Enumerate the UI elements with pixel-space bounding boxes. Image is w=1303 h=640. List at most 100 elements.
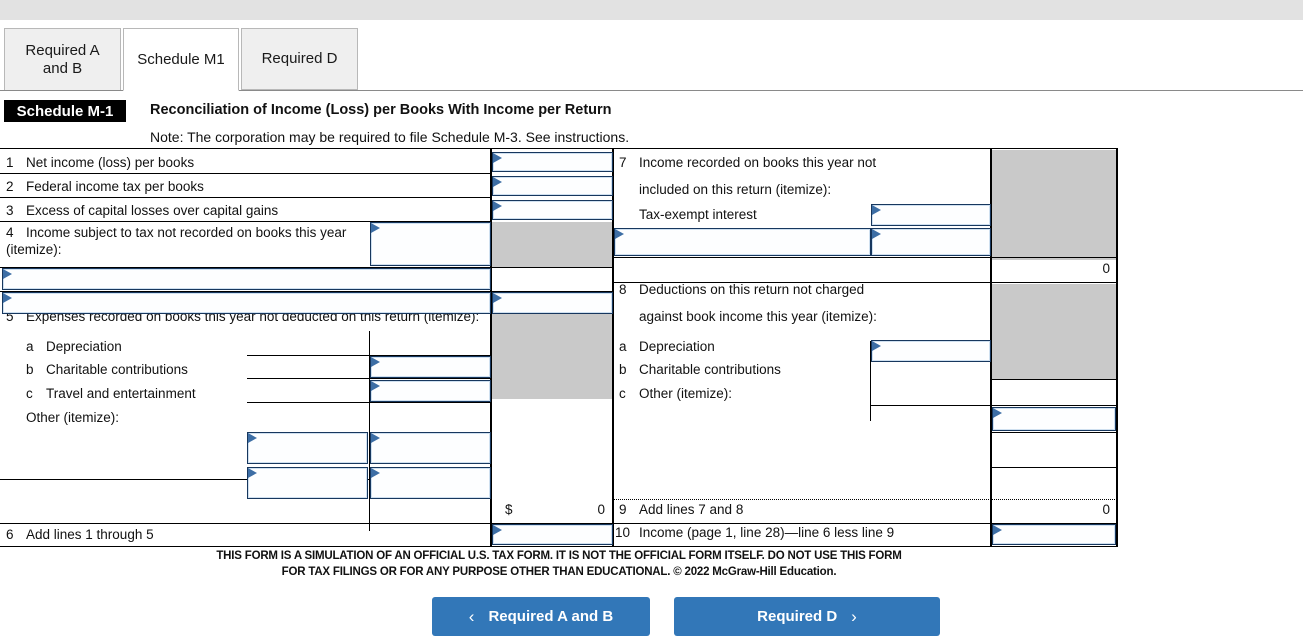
left-line-label-4-cont: (itemize): — [6, 242, 62, 257]
input-line10-income[interactable] — [992, 524, 1116, 545]
hrule-right-8c — [870, 405, 1117, 407]
right-line-label-9: Add lines 7 and 8 — [639, 502, 744, 517]
right-line-label-7-cont: included on this return (itemize): — [639, 182, 832, 197]
field-wrap-line7-item-desc — [614, 228, 871, 256]
chevron-right-icon: › — [851, 607, 857, 626]
left-line-label-3: Excess of capital losses over capital ga… — [26, 203, 279, 218]
hrule-left-1 — [0, 173, 491, 175]
tab-schedule-m1[interactable]: Schedule M1 — [123, 28, 239, 91]
field-wrap-line6 — [492, 524, 613, 545]
input-line4-item1[interactable] — [2, 268, 491, 290]
input-other1-description[interactable] — [247, 432, 368, 464]
hrule-left-5b — [247, 378, 491, 380]
simulation-disclaimer: THIS FORM IS A SIMULATION OF AN OFFICIAL… — [0, 549, 1118, 580]
right-line-number-7: 7 — [619, 155, 627, 170]
page-root: Required A and B Schedule M1 Required D … — [0, 0, 1303, 640]
input-line4-item2-amount[interactable] — [492, 292, 613, 314]
input-line6-total[interactable] — [492, 524, 613, 545]
right-line-label-8b: Charitable contributions — [639, 362, 781, 377]
tab-required-d[interactable]: Required D — [241, 28, 358, 90]
left-line-number-3: 3 — [6, 203, 14, 218]
field-wrap-tax-exempt-interest — [871, 204, 991, 226]
field-wrap-line8a — [871, 340, 991, 362]
right-line-number-8c: c — [619, 386, 626, 401]
browser-top-strip — [0, 0, 1303, 20]
next-page-button[interactable]: Required D › — [674, 597, 940, 636]
left-line-label-2: Federal income tax per books — [26, 179, 204, 194]
hrule-right-line9-dotted — [613, 499, 1117, 500]
disclaimer-line-2: FOR TAX FILINGS OR FOR ANY PURPOSE OTHER… — [281, 565, 837, 578]
prev-page-button[interactable]: ‹ Required A and B — [432, 597, 650, 636]
field-wrap-line10 — [992, 524, 1116, 545]
input-line1-net-income[interactable] — [492, 152, 613, 172]
shaded-cell-right-line7 — [992, 150, 1116, 260]
tab-label: Required A and B — [25, 41, 100, 77]
input-line3-capital-losses[interactable] — [492, 200, 613, 220]
right-line-label-tax-exempt: Tax-exempt interest — [639, 207, 757, 222]
left-subtotal-value: 0 — [597, 502, 605, 517]
hrule-left-5c — [247, 402, 491, 404]
input-line4-description[interactable] — [370, 222, 491, 266]
right-line-number-8a: a — [619, 339, 627, 354]
shaded-cell-left-line4 — [492, 222, 612, 267]
field-wrap-other1-desc — [247, 432, 368, 464]
field-wrap-other2-amt — [370, 467, 491, 499]
input-line2-federal-tax[interactable] — [492, 176, 613, 196]
left-line-number-5a: a — [26, 339, 34, 354]
shaded-cell-right-line8 — [992, 284, 1116, 379]
field-wrap-line7-item-amt — [871, 228, 991, 256]
left-line-number-2: 2 — [6, 179, 14, 194]
left-line-number-4: 4 — [6, 225, 14, 240]
right-line7-total: 0 — [1102, 261, 1110, 276]
left-line-label-5b: Charitable contributions — [46, 362, 188, 377]
right-line-label-8-cont: against book income this year (itemize): — [639, 309, 877, 324]
left-line-label-5a: Depreciation — [46, 339, 122, 354]
field-wrap-line4-item1 — [2, 268, 491, 290]
tab-label: Schedule M1 — [137, 50, 225, 68]
field-wrap-line2 — [492, 176, 613, 196]
field-wrap-other2-desc — [247, 467, 368, 499]
schedule-note: Note: The corporation may be required to… — [150, 129, 630, 145]
left-dollar-sign: $ — [505, 502, 513, 517]
field-wrap-line4-item2-amt — [492, 292, 613, 314]
input-line7-item-description[interactable] — [614, 228, 871, 256]
prev-page-label: Required A and B — [488, 608, 614, 625]
schedule-m1-form: 1 Net income (loss) per books 2 Federal … — [0, 148, 1118, 547]
field-wrap-line4-desc — [370, 222, 491, 266]
left-line-label-4: Income subject to tax not recorded on bo… — [26, 225, 347, 240]
field-wrap-line8c — [992, 407, 1116, 431]
field-wrap-line1 — [492, 152, 613, 172]
disclaimer-line-1: THIS FORM IS A SIMULATION OF AN OFFICIAL… — [216, 550, 902, 562]
right-line-label-8c: Other (itemize): — [639, 386, 733, 401]
schedule-title: Reconciliation of Income (Loss) per Book… — [150, 102, 612, 118]
left-line-label-5c: Travel and entertainment — [46, 386, 196, 401]
right-line-label-8a: Depreciation — [639, 339, 715, 354]
right-line-number-8: 8 — [619, 282, 627, 297]
hrule-right-1 — [613, 257, 1117, 259]
input-line8c-other-amount[interactable] — [992, 407, 1116, 431]
hrule-left-2 — [0, 197, 491, 199]
input-line7-item-amount[interactable] — [871, 228, 991, 256]
right-line-number-9: 9 — [619, 502, 627, 517]
input-other1-amount[interactable] — [370, 432, 491, 464]
input-line5b-charitable[interactable] — [370, 356, 491, 378]
hrule-right-item3 — [991, 467, 1117, 469]
tab-required-a-and-b[interactable]: Required A and B — [4, 28, 121, 91]
left-line-number-5c: c — [26, 386, 33, 401]
input-line5c-travel[interactable] — [370, 380, 491, 402]
hrule-right-item1 — [991, 379, 1117, 381]
vrule-right-edge — [1116, 149, 1118, 546]
left-line-label-1: Net income (loss) per books — [26, 155, 195, 170]
left-line-label-6: Add lines 1 through 5 — [26, 527, 154, 542]
input-line8a-depreciation[interactable] — [871, 340, 991, 362]
input-line4-item2-description[interactable] — [2, 292, 491, 314]
left-line-number-1: 1 — [6, 155, 14, 170]
right-line-label-7: Income recorded on books this year not — [639, 155, 877, 170]
field-wrap-line5c — [370, 380, 491, 402]
left-line-number-5b: b — [26, 362, 34, 377]
input-other2-amount[interactable] — [370, 467, 491, 499]
input-other2-description[interactable] — [247, 467, 368, 499]
input-tax-exempt-interest[interactable] — [871, 204, 991, 226]
right-line-label-10: Income (page 1, line 28)—line 6 less lin… — [639, 525, 895, 540]
left-line-number-6: 6 — [6, 527, 14, 542]
